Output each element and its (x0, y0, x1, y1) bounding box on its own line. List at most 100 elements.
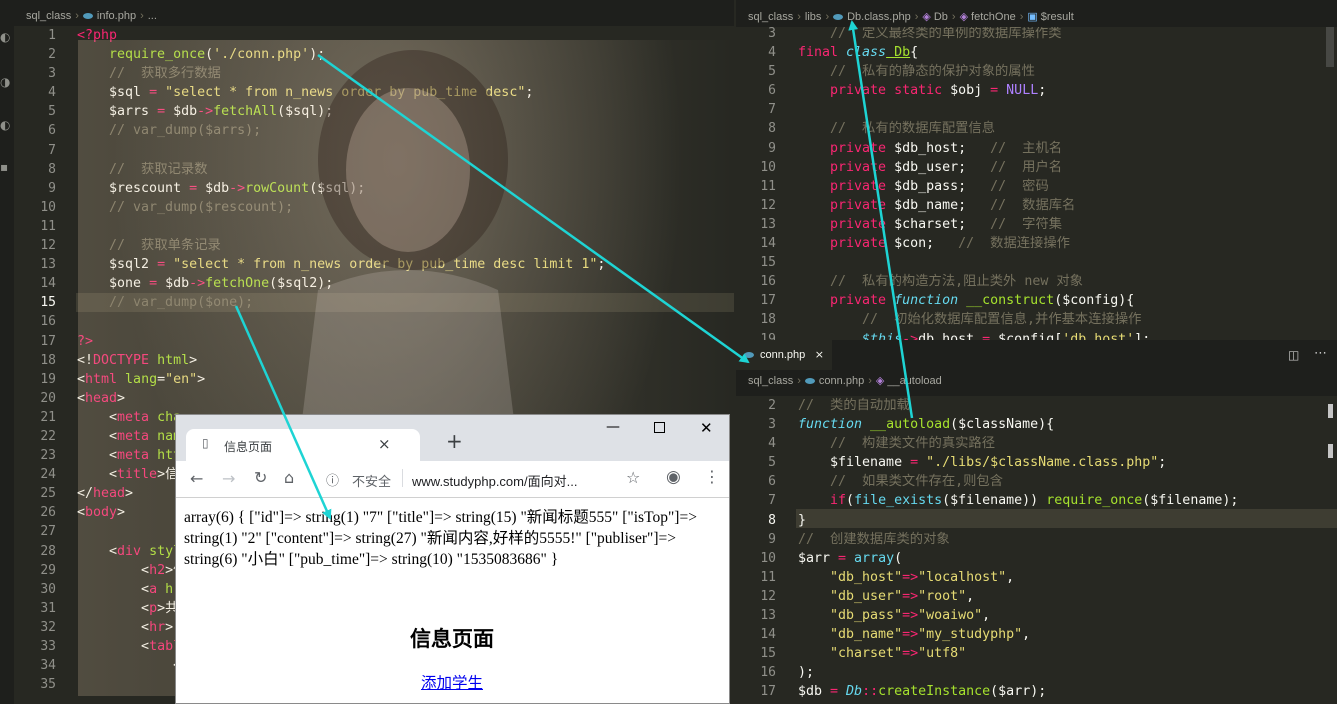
code-line[interactable]: // 私有的数据库配置信息 (798, 119, 1150, 138)
code-line[interactable]: "db_pass"=>"woaiwo", (798, 606, 1238, 625)
add-student-link[interactable]: 添加学生 (421, 675, 483, 692)
code-area[interactable]: // 定义最终类的单例的数据库操作类 final class Db{ // 私有的… (798, 27, 1150, 340)
code-line[interactable]: // 获取多行数据 (77, 64, 605, 83)
breadcrumb-folder[interactable]: sql_class (748, 375, 793, 387)
code-line[interactable]: <head> (77, 389, 605, 408)
right-bottom-editor[interactable]: 2 3 4 5 6 7 8 9 10 11 12 13 14 15 16 17 // 类的自动加载 functi… (736, 396, 1337, 704)
code-line[interactable]: require_once('./conn.php'); (77, 45, 605, 64)
close-icon[interactable]: × (378, 435, 391, 453)
split-editor-icon[interactable]: ◫ (1288, 348, 1299, 362)
line-number: 3 (768, 417, 776, 433)
back-icon[interactable]: ← (190, 469, 203, 488)
info-icon[interactable]: ⓘ (326, 470, 339, 489)
code-line[interactable]: final class Db{ (798, 43, 1150, 62)
maximize-icon[interactable] (654, 422, 665, 433)
code-line[interactable]: // 获取单条记录 (77, 236, 605, 255)
breadcrumb-class[interactable]: Db (934, 11, 948, 23)
code-line[interactable]: private $db_name; // 数据库名 (798, 196, 1150, 215)
code-line[interactable] (77, 312, 605, 331)
code-line[interactable]: private $charset; // 字符集 (798, 215, 1150, 234)
breadcrumb-variable[interactable]: $result (1041, 11, 1074, 23)
scrollbar[interactable] (1328, 404, 1333, 418)
browser-tab[interactable]: ▯ 信息页面 × (186, 429, 420, 461)
code-line[interactable]: $rescount = $db->rowCount($sql); (77, 179, 605, 198)
code-line[interactable]: $db = Db::createInstance($arr); (798, 682, 1238, 701)
right-top-editor[interactable]: 3 4 5 6 7 8 9 10 11 12 13 14 15 16 17 18 19 // 定义最终类的单例的… (736, 27, 1337, 340)
line-number: 24 (40, 467, 56, 483)
code-line[interactable]: // var_dump($one); (77, 293, 605, 312)
minimize-icon[interactable]: — (606, 419, 620, 435)
breadcrumb-more[interactable]: ... (148, 10, 157, 22)
code-line[interactable]: // 私有的静态的保护对象的属性 (798, 62, 1150, 81)
code-line[interactable]: "db_host"=>"localhost", (798, 568, 1238, 587)
breadcrumb-file[interactable]: info.php (97, 10, 136, 22)
address-bar[interactable]: www.studyphp.com/面向对... (412, 471, 577, 490)
code-area[interactable]: // 类的自动加载 function __autoload($className)… (798, 396, 1238, 702)
code-line[interactable]: $sql = "select * from n_news order by pu… (77, 83, 605, 102)
source-control-icon[interactable]: ◐ (0, 118, 10, 132)
security-label[interactable]: 不安全 (352, 471, 391, 490)
code-line[interactable]: // 获取记录数 (77, 160, 605, 179)
search-icon[interactable]: ◑ (0, 75, 10, 89)
code-line[interactable]: <?php (77, 26, 605, 45)
code-line[interactable]: $this->db_host = $config['db_host']; (798, 330, 1150, 341)
explorer-icon[interactable]: ◐ (0, 30, 10, 44)
code-line[interactable]: $one = $db->fetchOne($sql2); (77, 274, 605, 293)
new-tab-icon[interactable]: + (446, 429, 463, 453)
code-line[interactable]: $filename = "./libs/$className.class.php… (798, 453, 1238, 472)
code-line[interactable]: private function __construct($config){ (798, 291, 1150, 310)
code-line[interactable]: private $con; // 数据连接操作 (798, 234, 1150, 253)
debug-icon[interactable]: ▪ (0, 160, 8, 174)
code-line[interactable]: // 类的自动加载 (798, 396, 1238, 415)
code-line[interactable]: ); (798, 663, 1238, 682)
code-line[interactable]: function __autoload($className){ (798, 415, 1238, 434)
reload-icon[interactable]: ↻ (254, 468, 267, 487)
code-line[interactable] (77, 217, 605, 236)
code-line[interactable] (77, 141, 605, 160)
breadcrumb-function[interactable]: __autoload (887, 375, 941, 387)
code-line[interactable]: private $db_user; // 用户名 (798, 158, 1150, 177)
tab-conn-php[interactable]: conn.php × (736, 340, 832, 370)
code-line[interactable]: // var_dump($rescount); (77, 198, 605, 217)
breadcrumb-subfolder[interactable]: libs (805, 11, 822, 23)
code-line[interactable]: private $db_pass; // 密码 (798, 177, 1150, 196)
code-line[interactable]: // 初始化数据库配置信息,并作基本连接操作 (798, 310, 1150, 329)
code-line[interactable]: $sql2 = "select * from n_news order by p… (77, 255, 605, 274)
profile-icon[interactable]: ◉ (666, 467, 681, 487)
code-line[interactable]: // 构建类文件的真实路径 (798, 434, 1238, 453)
code-line[interactable] (798, 100, 1150, 119)
code-line[interactable]: "db_user"=>"root", (798, 587, 1238, 606)
breadcrumb-file[interactable]: Db.class.php (847, 11, 911, 23)
code-line[interactable]: "db_name"=>"my_studyphp", (798, 625, 1238, 644)
breadcrumb-folder[interactable]: sql_class (26, 10, 71, 22)
code-line[interactable]: // 如果类文件存在,则包含 (798, 472, 1238, 491)
code-line[interactable]: // 创建数据库类的对象 (798, 530, 1238, 549)
code-line[interactable]: <!DOCTYPE html> (77, 351, 605, 370)
code-line[interactable]: "charset"=>"utf8" (798, 644, 1238, 663)
code-line[interactable]: private static $obj = NULL; (798, 81, 1150, 100)
browser-title-bar: ▯ 信息页面 × + — ✕ (176, 415, 729, 461)
menu-icon[interactable]: ⋮ (704, 467, 720, 486)
browser-window: ▯ 信息页面 × + — ✕ ← → ↻ ⌂ ⓘ 不安全 www.studyph… (175, 414, 730, 704)
home-icon[interactable]: ⌂ (284, 468, 294, 487)
scrollbar[interactable] (1326, 27, 1334, 67)
code-line[interactable] (798, 253, 1150, 272)
code-line[interactable]: ?> (77, 332, 605, 351)
code-line[interactable]: $arr = array( (798, 549, 1238, 568)
window-close-icon[interactable]: ✕ (700, 419, 713, 437)
code-line[interactable]: // 定义最终类的单例的数据库操作类 (798, 27, 1150, 43)
star-icon[interactable]: ☆ (626, 468, 640, 487)
code-line[interactable]: if(file_exists($filename)) require_once(… (798, 491, 1238, 510)
code-line[interactable]: $arrs = $db->fetchAll($sql); (77, 102, 605, 121)
code-line[interactable]: // 私有的构造方法,阻止类外 new 对象 (798, 272, 1150, 291)
breadcrumb-file[interactable]: conn.php (819, 375, 864, 387)
code-line[interactable]: // var_dump($arrs); (77, 121, 605, 140)
breadcrumb-folder[interactable]: sql_class (748, 11, 793, 23)
code-line[interactable]: <html lang="en"> (77, 370, 605, 389)
close-icon[interactable]: × (815, 348, 824, 361)
more-actions-icon[interactable]: ⋯ (1314, 346, 1327, 361)
breadcrumb-method[interactable]: fetchOne (971, 11, 1016, 23)
forward-icon[interactable]: → (222, 469, 235, 488)
code-line[interactable]: } (798, 511, 1238, 530)
code-line[interactable]: private $db_host; // 主机名 (798, 139, 1150, 158)
